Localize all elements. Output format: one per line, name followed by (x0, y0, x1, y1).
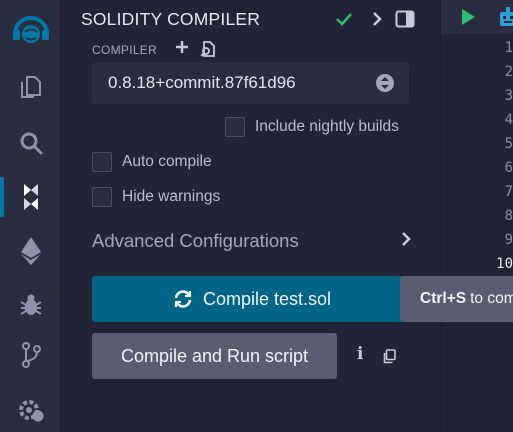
load-config-icon[interactable] (199, 40, 217, 63)
check-icon (335, 9, 353, 29)
include-nightly-checkbox[interactable] (225, 117, 245, 137)
compile-and-run-label: Compile and Run script (120, 345, 309, 366)
line-number: 3 (504, 88, 513, 104)
solidity-compiler-icon[interactable] (0, 172, 61, 222)
line-number: 9 (504, 232, 513, 248)
compiler-label: COMPILER (92, 43, 158, 57)
remix-logo-icon[interactable] (0, 5, 61, 55)
compile-button-label: Compile test.sol (202, 288, 332, 309)
include-nightly-label: Include nightly builds (255, 118, 399, 135)
line-number: 1 (504, 40, 513, 56)
line-number: 6 (504, 160, 513, 176)
compiler-version-select[interactable]: 0.8.18+commit.87f61d96 (92, 62, 409, 104)
add-compiler-icon[interactable] (174, 39, 190, 60)
include-nightly-row: Include nightly builds (225, 117, 399, 137)
line-number: 7 (504, 184, 513, 200)
compile-shortcut-tooltip: Ctrl+S to compile test.sol (400, 276, 513, 322)
tooltip-text: to compile test.sol (470, 290, 513, 307)
hide-warnings-label: Hide warnings (122, 188, 221, 205)
select-arrows-icon (376, 74, 394, 92)
auto-compile-checkbox[interactable] (92, 152, 112, 172)
line-number-current: 10 (496, 256, 513, 272)
icon-rail (0, 0, 61, 432)
tooltip-shortcut: Ctrl+S (420, 290, 467, 307)
line-number: 4 (504, 112, 513, 128)
panel-toggle-icon[interactable] (395, 9, 415, 29)
hide-warnings-checkbox[interactable] (92, 187, 112, 207)
compile-and-run-button[interactable]: Compile and Run script (92, 333, 337, 379)
auto-compile-row: Auto compile (92, 152, 212, 172)
panel-title: SOLIDITY COMPILER (81, 9, 261, 29)
advanced-configurations-toggle[interactable]: Advanced Configurations (92, 229, 412, 253)
settings-icon[interactable] (0, 385, 61, 432)
search-icon[interactable] (0, 118, 61, 168)
chevron-right-icon (400, 230, 412, 252)
compile-button[interactable]: Compile test.sol (92, 276, 412, 322)
chevron-right-icon[interactable] (371, 9, 383, 29)
run-play-icon[interactable] (460, 8, 476, 31)
hide-warnings-row: Hide warnings (92, 187, 220, 207)
git-icon[interactable] (0, 330, 61, 380)
deploy-run-icon[interactable] (0, 226, 61, 276)
line-number: 2 (504, 64, 513, 80)
editor-area: 1 2 3 4 5 6 7 8 9 10 (440, 0, 513, 432)
copy-icon[interactable] (382, 349, 396, 369)
advanced-configurations-label: Advanced Configurations (92, 230, 299, 251)
selected-version: 0.8.18+commit.87f61d96 (108, 73, 296, 92)
refresh-icon (174, 290, 192, 308)
debugger-icon[interactable] (0, 280, 61, 330)
file-explorer-icon[interactable] (0, 62, 61, 112)
line-number: 8 (504, 208, 513, 224)
editor-toolbar (441, 0, 513, 34)
line-number: 5 (504, 136, 513, 152)
info-icon[interactable]: i (357, 344, 363, 364)
solidity-compiler-panel: SOLIDITY COMPILER COMPILER 0.8.18+commit… (61, 0, 440, 432)
ai-bot-icon[interactable] (498, 6, 513, 33)
auto-compile-label: Auto compile (122, 153, 212, 170)
